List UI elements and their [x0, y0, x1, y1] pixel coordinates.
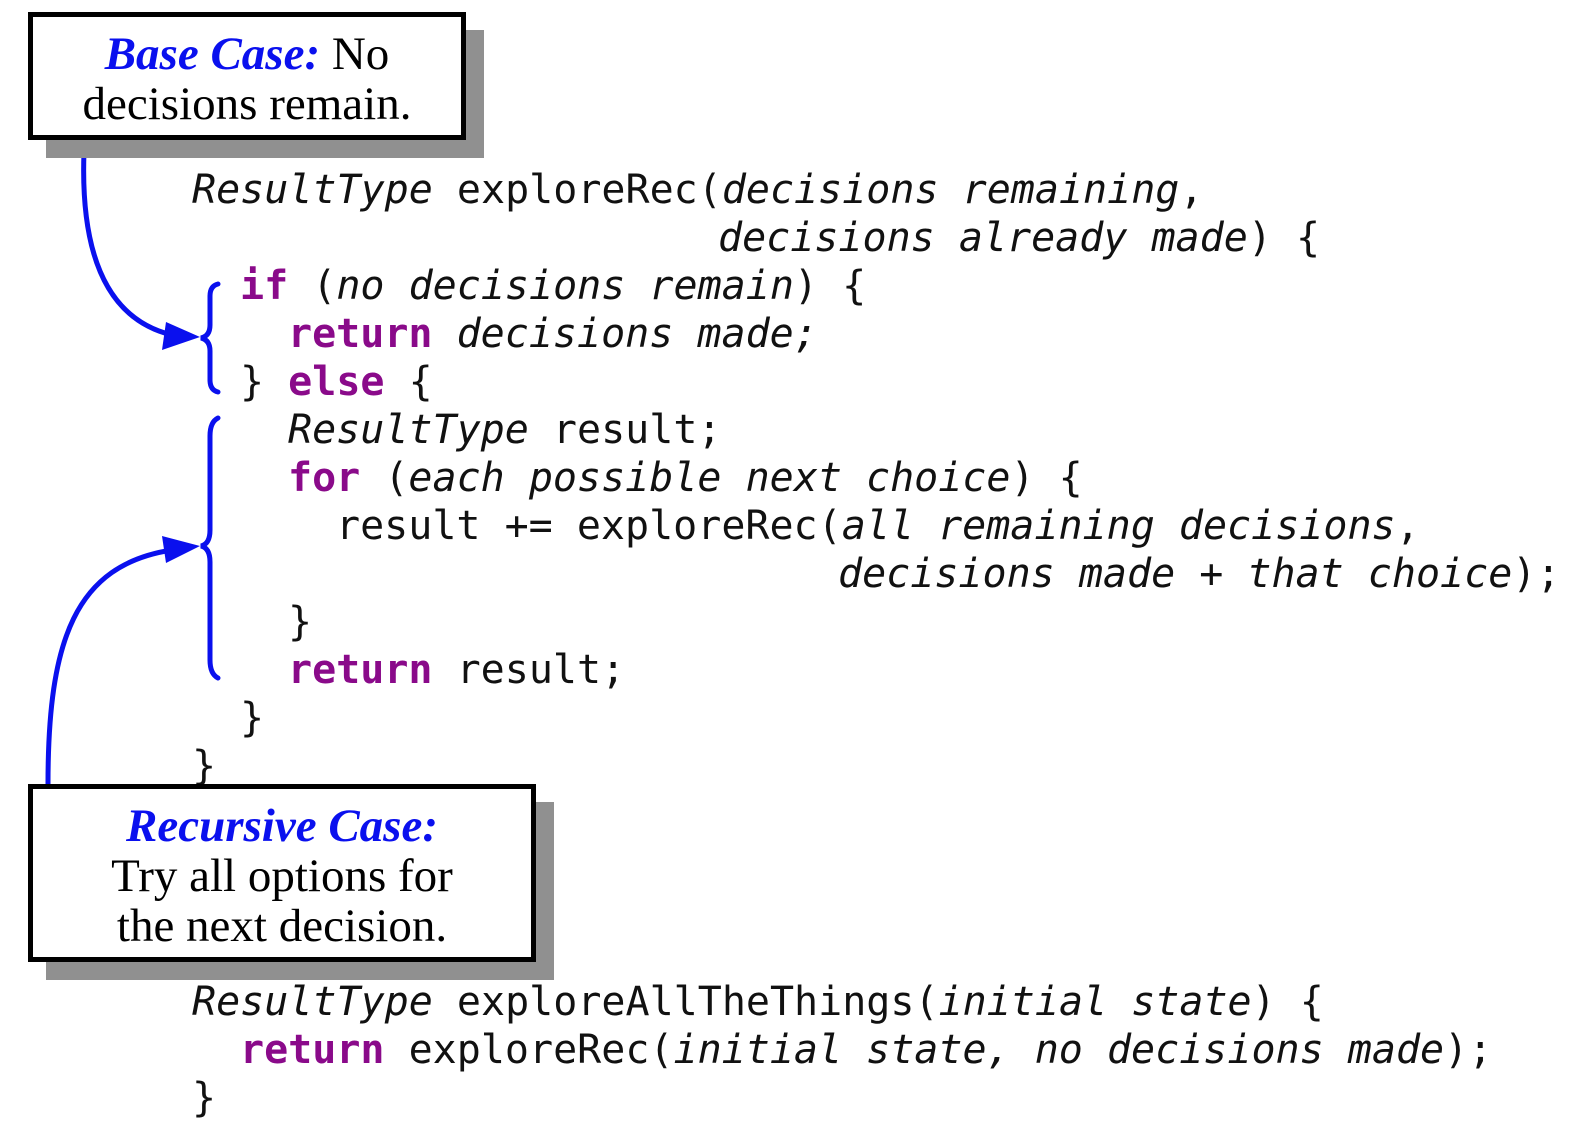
code-punct: } [240, 695, 265, 741]
code-condition: no decisions remain [336, 263, 794, 309]
code-line-base-return: return decisions made; [288, 310, 818, 358]
base-case-arrowhead [162, 322, 200, 350]
code-statement: result; [528, 407, 722, 453]
code-punct: } [192, 743, 217, 789]
code-type: ResultType [192, 167, 433, 213]
code-punct: , [1395, 503, 1420, 549]
recursive-case-brace [200, 415, 221, 681]
recursive-case-callout: Recursive Case: Try all options for the … [28, 784, 536, 962]
base-case-heading: Base Case: [104, 28, 321, 80]
recursive-case-heading: Recursive Case: [126, 800, 438, 852]
code-keyword-else: else [288, 359, 385, 405]
code-type: ResultType [192, 979, 433, 1025]
code-punct: ) { [793, 263, 867, 309]
code-line-if: if (no decisions remain) { [240, 262, 866, 310]
code-function-name: exploreRec( [432, 167, 722, 213]
base-case-callout: Base Case: No decisions remain. [28, 12, 466, 140]
code-line-wrapper-close: } [192, 1074, 216, 1122]
code-keyword-return: return [240, 1027, 385, 1073]
code-statement: result += exploreRec( [336, 503, 842, 549]
code-punct: ) { [1010, 455, 1083, 501]
code-return-value: decisions made; [456, 311, 818, 357]
code-punct: ( [288, 263, 337, 309]
code-keyword-return: return [288, 647, 433, 693]
base-case-text-2: decisions remain. [82, 78, 412, 130]
code-punct: ) { [1247, 215, 1321, 261]
base-case-line1: Base Case: No [33, 29, 461, 79]
base-case-arrow [81, 151, 173, 338]
code-line-wrapper-return: return exploreRec(initial state, no deci… [240, 1026, 1492, 1074]
code-punct: } [288, 599, 313, 645]
base-case-brace [200, 281, 221, 395]
code-param: decisions already made [718, 215, 1248, 261]
code-punct: } [192, 1075, 217, 1121]
code-punct: ); [1512, 551, 1561, 597]
code-line-wrapper-signature: ResultType exploreAllTheThings(initial s… [192, 978, 1324, 1026]
code-param: decisions made + that choice [838, 551, 1513, 597]
code-param: initial state, no decisions made [673, 1027, 1445, 1073]
code-line-return-result: return result; [288, 646, 625, 694]
code-line-signature-cont: decisions already made) { [718, 214, 1320, 262]
code-punct: ) { [1251, 979, 1324, 1025]
code-line-signature: ResultType exploreRec(decisions remainin… [192, 166, 1203, 214]
recursive-case-text-2: the next decision. [116, 900, 448, 952]
code-condition: each possible next choice [408, 455, 1011, 501]
code-line-result-decl: ResultType result; [288, 406, 721, 454]
code-punct: ( [360, 455, 409, 501]
code-line-else: } else { [240, 358, 433, 406]
base-case-text-1: No [331, 28, 390, 80]
code-keyword-for: for [288, 455, 361, 501]
code-function-name: exploreAllTheThings( [432, 979, 939, 1025]
code-keyword-if: if [240, 263, 289, 309]
code-punct: , [1179, 167, 1204, 213]
code-line-for: for (each possible next choice) { [288, 454, 1083, 502]
code-statement: exploreRec( [384, 1027, 674, 1073]
code-line-close-else: } [240, 694, 264, 742]
recursion-diagram: ResultType exploreRec(decisions remainin… [0, 0, 1575, 1146]
code-line-recursive-call: result += exploreRec(all remaining decis… [336, 502, 1420, 550]
code-param: decisions remaining [721, 167, 1180, 213]
code-param: initial state [938, 979, 1252, 1025]
code-line-recursive-call-cont: decisions made + that choice); [838, 550, 1560, 598]
code-type: ResultType [288, 407, 529, 453]
recursive-case-text-1: Try all options for [111, 850, 453, 902]
code-line-close-function: } [192, 742, 216, 790]
code-punct: } [240, 359, 289, 405]
code-keyword-return: return [288, 311, 433, 357]
code-punct: { [384, 359, 433, 405]
code-param: all remaining decisions [841, 503, 1396, 549]
code-punct: ); [1444, 1027, 1493, 1073]
code-line-close-for: } [288, 598, 312, 646]
recursive-case-arrow [45, 547, 173, 785]
recursive-case-arrowhead [162, 536, 200, 563]
code-statement: result; [432, 647, 626, 693]
